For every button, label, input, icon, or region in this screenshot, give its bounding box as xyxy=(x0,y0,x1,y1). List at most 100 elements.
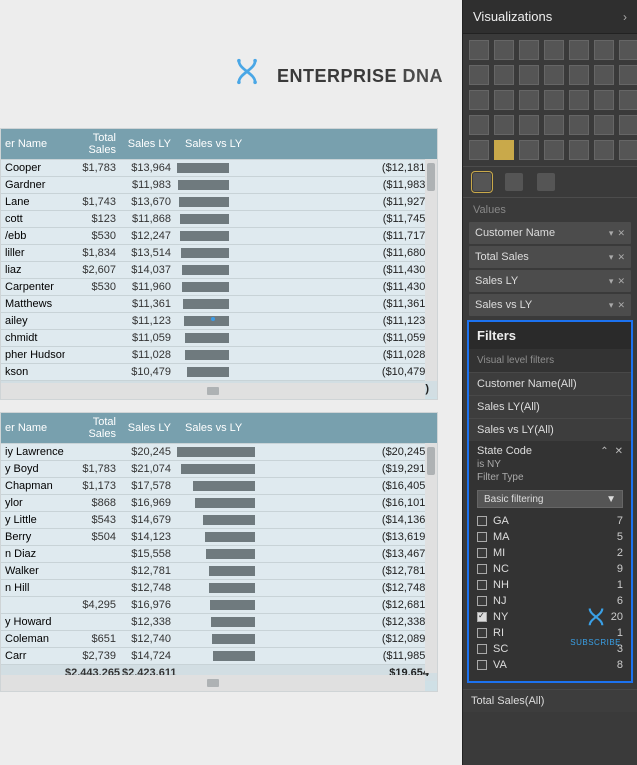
viz-type-icon[interactable] xyxy=(619,140,637,160)
insertion-dot xyxy=(211,317,215,321)
fields-tab-icon[interactable] xyxy=(473,173,491,191)
viz-type-icon[interactable] xyxy=(569,40,589,60)
horizontal-scrollbar[interactable] xyxy=(1,383,425,399)
report-canvas[interactable]: ENTERPRISE DNA er Name Total Sales Sales… xyxy=(0,0,462,765)
table-row: ylor$868$16,969($16,101) xyxy=(1,494,437,511)
filter-checkbox-row[interactable]: NC9 xyxy=(477,561,623,577)
viz-type-icon[interactable] xyxy=(544,140,564,160)
visualization-gallery[interactable] xyxy=(463,34,637,166)
field-well-item[interactable]: Sales vs LY▾✕ xyxy=(469,294,631,316)
viz-type-icon[interactable] xyxy=(519,40,539,60)
viz-type-icon[interactable] xyxy=(594,140,614,160)
filter-checkbox-row[interactable]: VA8 xyxy=(477,657,623,673)
viz-type-icon[interactable] xyxy=(569,65,589,85)
viz-type-icon[interactable] xyxy=(619,40,637,60)
filter-item[interactable]: Sales vs LY(All) xyxy=(469,418,631,441)
chevron-down-icon: ▼ xyxy=(606,494,616,505)
checkbox[interactable] xyxy=(477,564,487,574)
viz-type-icon[interactable] xyxy=(594,115,614,135)
vertical-scrollbar[interactable] xyxy=(425,443,437,673)
checkbox[interactable] xyxy=(477,532,487,542)
filter-checkbox-row[interactable]: GA7 xyxy=(477,513,623,529)
viz-type-icon[interactable] xyxy=(594,40,614,60)
viz-type-icon[interactable] xyxy=(544,40,564,60)
viz-type-icon[interactable] xyxy=(494,90,514,110)
chevron-down-icon[interactable]: ▾ xyxy=(609,300,614,311)
viz-type-icon[interactable] xyxy=(619,90,637,110)
chevron-down-icon[interactable]: ▾ xyxy=(609,252,614,263)
logo: ENTERPRISE DNA xyxy=(0,58,443,94)
filters-title: Filters xyxy=(469,322,631,349)
vertical-scrollbar[interactable] xyxy=(425,159,437,381)
viz-type-icon[interactable] xyxy=(519,115,539,135)
filter-checkbox-row[interactable]: MA5 xyxy=(477,529,623,545)
checkbox[interactable] xyxy=(477,612,487,622)
viz-type-icon[interactable] xyxy=(594,65,614,85)
viz-type-icon[interactable] xyxy=(519,90,539,110)
viz-type-icon[interactable] xyxy=(494,140,514,160)
table-row: y Howard$12,338($12,338) xyxy=(1,613,437,630)
table-row: Carpenter$530$11,960($11,430) xyxy=(1,278,437,295)
chevron-down-icon[interactable]: ▾ xyxy=(609,276,614,287)
filter-type-select[interactable]: Basic filtering ▼ xyxy=(477,490,623,508)
remove-field-icon[interactable]: ✕ xyxy=(617,252,625,263)
checkbox[interactable] xyxy=(477,660,487,670)
viz-type-icon[interactable] xyxy=(469,65,489,85)
viz-type-icon[interactable] xyxy=(469,90,489,110)
viz-type-icon[interactable] xyxy=(594,90,614,110)
checkbox[interactable] xyxy=(477,580,487,590)
viz-type-icon[interactable] xyxy=(619,65,637,85)
analytics-tab-icon[interactable] xyxy=(537,173,555,191)
viz-type-icon[interactable] xyxy=(519,65,539,85)
horizontal-scrollbar[interactable] xyxy=(1,675,425,691)
remove-field-icon[interactable]: ✕ xyxy=(617,228,625,239)
checkbox[interactable] xyxy=(477,516,487,526)
table-visual-top[interactable]: er Name Total Sales Sales LY Sales vs LY… xyxy=(0,128,438,400)
field-well-item[interactable]: Total Sales▾✕ xyxy=(469,246,631,268)
format-tab-icon[interactable] xyxy=(505,173,523,191)
checkbox[interactable] xyxy=(477,628,487,638)
checkbox[interactable] xyxy=(477,644,487,654)
viz-type-icon[interactable] xyxy=(544,115,564,135)
viz-type-icon[interactable] xyxy=(544,65,564,85)
viz-type-icon[interactable] xyxy=(519,140,539,160)
table-visual-bottom[interactable]: er Name Total Sales Sales LY Sales vs LY… xyxy=(0,412,438,692)
checkbox[interactable] xyxy=(477,596,487,606)
table-row: iy Lawrence$20,245($20,245) xyxy=(1,443,437,460)
viz-type-icon[interactable] xyxy=(494,65,514,85)
table-row: liaz$2,607$14,037($11,430) xyxy=(1,261,437,278)
checkbox[interactable] xyxy=(477,548,487,558)
remove-field-icon[interactable]: ✕ xyxy=(617,276,625,287)
collapse-icon[interactable]: ⌃ xyxy=(600,446,608,457)
table-row: Berry$504$14,123($13,619) xyxy=(1,528,437,545)
viz-type-icon[interactable] xyxy=(569,90,589,110)
filter-item[interactable]: Total Sales(All) xyxy=(463,689,637,712)
field-well-item[interactable]: Customer Name▾✕ xyxy=(469,222,631,244)
clear-filter-icon[interactable]: ✕ xyxy=(615,446,623,457)
viz-type-icon[interactable] xyxy=(569,115,589,135)
table-row: Cooper$1,783$13,964($12,181) xyxy=(1,159,437,176)
pane-tabs xyxy=(463,166,637,198)
viz-type-icon[interactable] xyxy=(619,115,637,135)
state-code-filter[interactable]: State Code ⌃ ✕ is NY Filter Type xyxy=(469,441,631,487)
table-row: Carr$2,739$14,724($11,985) xyxy=(1,647,437,664)
viz-type-icon[interactable] xyxy=(544,90,564,110)
viz-type-icon[interactable] xyxy=(469,115,489,135)
viz-type-icon[interactable] xyxy=(569,140,589,160)
chevron-down-icon[interactable]: ▾ xyxy=(609,228,614,239)
filter-item[interactable]: Sales LY(All) xyxy=(469,395,631,418)
remove-field-icon[interactable]: ✕ xyxy=(617,300,625,311)
subscribe-badge[interactable]: SUBSCRIBE xyxy=(570,605,621,647)
viz-type-icon[interactable] xyxy=(494,115,514,135)
filter-checkbox-row[interactable]: MI2 xyxy=(477,545,623,561)
viz-type-icon[interactable] xyxy=(469,40,489,60)
viz-type-icon[interactable] xyxy=(494,40,514,60)
viz-type-icon[interactable] xyxy=(469,140,489,160)
chevron-right-icon[interactable]: › xyxy=(623,10,627,24)
filter-item[interactable]: Customer Name(All) xyxy=(469,372,631,395)
table-row: y Boyd$1,783$21,074($19,291) xyxy=(1,460,437,477)
visualizations-pane-header[interactable]: Visualizations › xyxy=(463,0,637,34)
filters-section-label: Visual level filters xyxy=(469,349,631,372)
filter-checkbox-row[interactable]: NH1 xyxy=(477,577,623,593)
field-well-item[interactable]: Sales LY▾✕ xyxy=(469,270,631,292)
